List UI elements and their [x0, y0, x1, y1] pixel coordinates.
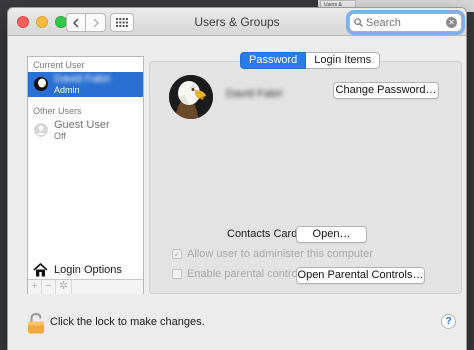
- parental-controls-checkbox[interactable]: [172, 269, 182, 279]
- parental-controls-option: Enable parental controls: [172, 267, 306, 281]
- guest-user-status: Off: [54, 131, 66, 141]
- sidebar-toolbar: + − ✲: [28, 279, 143, 294]
- guest-user-name: Guest User: [54, 119, 110, 131]
- user-avatar-icon: [34, 77, 48, 91]
- tab-password[interactable]: Password: [240, 52, 307, 69]
- allow-admin-checkbox[interactable]: ✓: [172, 249, 182, 259]
- tab-login-items[interactable]: Login Items: [306, 52, 381, 69]
- lock-icon[interactable]: [27, 312, 45, 334]
- open-parental-controls-button[interactable]: Open Parental Controls…: [296, 267, 425, 284]
- title-bar: Users & Groups ✕: [8, 8, 466, 36]
- remove-user-button[interactable]: −: [42, 280, 56, 294]
- lock-message: Click the lock to make changes.: [50, 316, 205, 328]
- house-icon: [33, 263, 48, 277]
- user-row-guest[interactable]: Guest User Off: [28, 118, 143, 143]
- parental-controls-label: Enable parental controls: [187, 268, 306, 280]
- user-full-name: David Fabri: [226, 88, 283, 100]
- current-user-name: David Fabri: [54, 73, 111, 85]
- add-user-button[interactable]: +: [28, 280, 42, 294]
- allow-admin-option: ✓ Allow user to administer this computer: [172, 247, 373, 261]
- gear-icon[interactable]: ✲: [56, 280, 72, 294]
- contacts-card-label: Contacts Card:: [227, 228, 301, 240]
- open-contacts-card-button[interactable]: Open…: [296, 226, 367, 243]
- users-list: Current User David Fabri Admin Other Use…: [27, 56, 144, 294]
- user-picture[interactable]: [169, 75, 213, 119]
- other-users-heading: Other Users: [33, 106, 82, 116]
- search-icon: [354, 18, 363, 27]
- user-row-current[interactable]: David Fabri Admin: [28, 72, 143, 97]
- allow-admin-label: Allow user to administer this computer: [187, 248, 373, 260]
- clear-search-icon[interactable]: ✕: [446, 17, 457, 28]
- current-user-role: Admin: [54, 85, 80, 95]
- guest-avatar-icon: [34, 123, 48, 137]
- search-field[interactable]: ✕: [349, 13, 462, 32]
- search-input[interactable]: [366, 16, 444, 29]
- login-options-item[interactable]: Login Options: [28, 262, 143, 279]
- preferences-window: Users & Groups ✕ Current User David Fabr…: [8, 8, 466, 350]
- eagle-picture-icon: [169, 75, 213, 119]
- current-user-heading: Current User: [33, 60, 85, 70]
- change-password-button[interactable]: Change Password…: [333, 82, 439, 99]
- login-options-label: Login Options: [54, 264, 122, 276]
- tab-bar: Password Login Items: [240, 52, 381, 69]
- help-button[interactable]: ?: [441, 314, 456, 329]
